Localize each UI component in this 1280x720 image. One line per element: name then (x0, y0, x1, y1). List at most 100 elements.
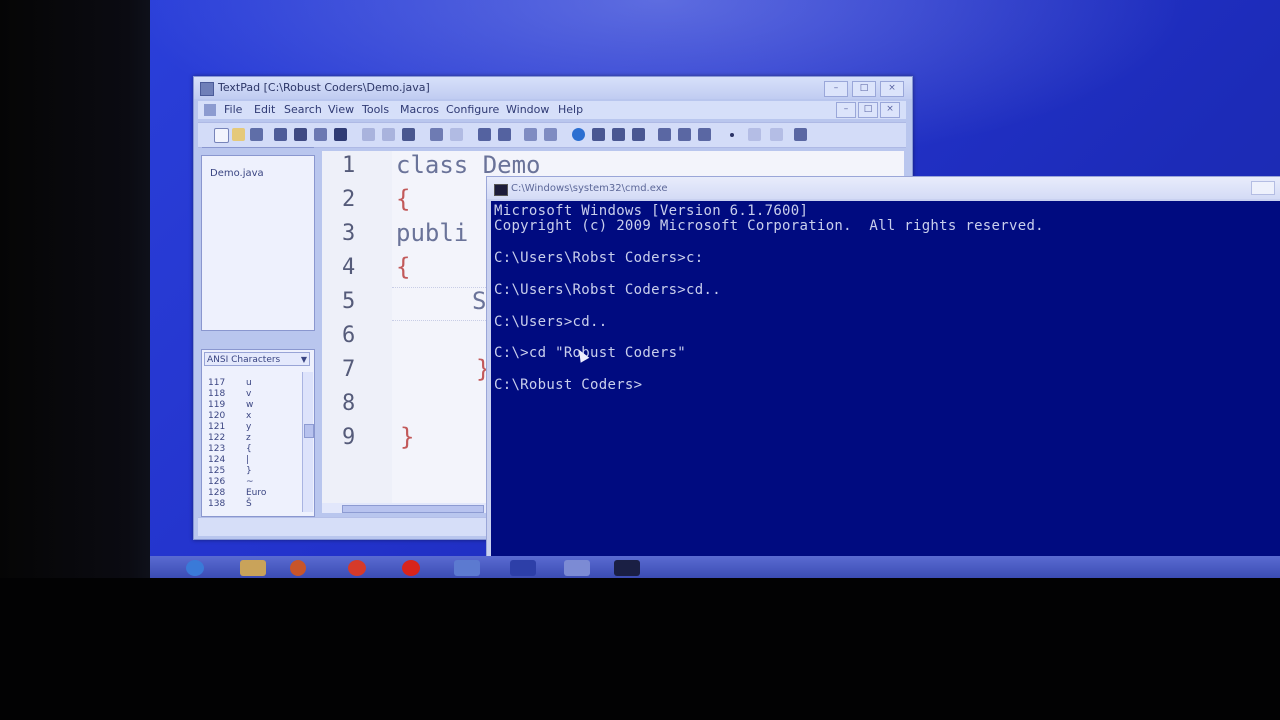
char-row[interactable]: 118 v (208, 389, 251, 400)
char-row[interactable]: 123{ (208, 444, 252, 455)
code-line: } (400, 423, 415, 451)
console-line: C:\Users\Robst Coders>cd.. (494, 282, 721, 298)
cmd-task-icon[interactable] (614, 560, 640, 576)
print-icon[interactable] (294, 128, 307, 141)
line-number: 1 (342, 153, 356, 178)
cmd-titlebar[interactable]: C:\Windows\system32\cmd.exe (487, 177, 1280, 199)
copy-icon[interactable] (382, 128, 395, 141)
bookmark-icon[interactable] (748, 128, 761, 141)
line-number: 8 (342, 391, 356, 416)
cut-icon[interactable] (362, 128, 375, 141)
document-item[interactable]: Demo.java (210, 168, 264, 179)
new-file-icon[interactable] (214, 128, 229, 143)
textpad-app-icon (200, 82, 214, 96)
compare-icon[interactable] (632, 128, 645, 141)
close-icon[interactable]: × (880, 81, 904, 97)
menu-search[interactable]: Search (284, 103, 322, 116)
char-row[interactable]: 122 z (208, 433, 251, 444)
web-icon[interactable] (572, 128, 585, 141)
char-row[interactable]: 125} (208, 466, 252, 477)
task-icon[interactable] (564, 560, 590, 576)
paste-icon[interactable] (402, 128, 415, 141)
doc-restore-icon[interactable]: □ (858, 102, 878, 118)
code-line: { (396, 253, 411, 281)
spell-check-icon[interactable] (334, 128, 347, 141)
check-icon[interactable] (592, 128, 605, 141)
find-icon[interactable] (698, 128, 711, 141)
bullet-icon[interactable] (730, 133, 734, 137)
monitor-bezel-bottom (0, 578, 1280, 720)
indent-icon[interactable] (478, 128, 491, 141)
tool-run-icon[interactable] (658, 128, 671, 141)
menu-configure[interactable]: Configure (446, 103, 499, 116)
macro-icon[interactable] (678, 128, 691, 141)
line-number: 4 (342, 255, 356, 280)
char-row[interactable]: 128 Euro (208, 488, 266, 499)
char-row[interactable]: 117 u (208, 378, 252, 389)
console-line: C:\>cd "Robust Coders" (494, 345, 687, 361)
sort-icon[interactable] (612, 128, 625, 141)
next-icon[interactable] (770, 128, 783, 141)
char-row[interactable]: 119 w (208, 400, 253, 411)
maximize-icon[interactable]: □ (852, 81, 876, 97)
help-pointer-icon[interactable] (794, 128, 807, 141)
word-wrap-icon[interactable] (524, 128, 537, 141)
textpad-menubar: File Edit Search View Tools Macros Confi… (198, 101, 906, 119)
undo-icon[interactable] (430, 128, 443, 141)
explorer-icon[interactable] (240, 560, 266, 576)
photoshop-task-icon[interactable] (510, 560, 536, 576)
console-line: Microsoft Windows [Version 6.1.7600] (494, 203, 809, 219)
line-number: 3 (342, 221, 356, 246)
menu-help[interactable]: Help (558, 103, 583, 116)
console-line: Copyright (c) 2009 Microsoft Corporation… (494, 218, 1044, 234)
console-line: C:\Users>cd.. (494, 314, 608, 330)
clip-library-scrollbar[interactable] (302, 372, 314, 512)
panel-header (202, 147, 314, 155)
line-number: 5 (342, 289, 356, 314)
console-line: C:\Robust Coders> (494, 377, 643, 393)
chrome-icon[interactable] (348, 560, 366, 576)
menu-window[interactable]: Window (506, 103, 549, 116)
char-row[interactable]: 121 y (208, 422, 251, 433)
save-all-icon[interactable] (274, 128, 287, 141)
clip-library-panel: ANSI Characters ▼ 117 u 118 v 119 w 120 x 12… (201, 349, 315, 517)
char-row[interactable]: 124 | (208, 455, 249, 466)
menu-edit[interactable]: Edit (254, 103, 275, 116)
line-number: 6 (342, 323, 356, 348)
doc-close-icon[interactable]: × (880, 102, 900, 118)
clip-library-name: ANSI Characters (207, 355, 281, 365)
scrollbar-thumb[interactable] (304, 424, 314, 438)
char-row[interactable]: 126 ~ (208, 477, 254, 488)
print-preview-icon[interactable] (314, 128, 327, 141)
textpad-task-icon[interactable] (454, 560, 480, 576)
menu-macros[interactable]: Macros (400, 103, 439, 116)
open-folder-icon[interactable] (232, 128, 245, 141)
line-number-gutter (322, 151, 392, 511)
visible-spaces-icon[interactable] (544, 128, 557, 141)
menu-view[interactable]: View (328, 103, 354, 116)
console-output[interactable]: Microsoft Windows [Version 6.1.7600] Cop… (491, 201, 1280, 557)
textpad-titlebar[interactable]: TextPad [C:\Robust Coders\Demo.java] – □… (194, 77, 912, 99)
doc-minimize-icon[interactable]: – (836, 102, 856, 118)
minimize-icon[interactable] (1251, 181, 1275, 195)
line-number: 9 (342, 425, 356, 450)
menu-tools[interactable]: Tools (362, 103, 389, 116)
code-line: publi (396, 219, 469, 247)
media-player-icon[interactable] (290, 560, 306, 576)
save-icon[interactable] (250, 128, 263, 141)
char-row[interactable]: 120 x (208, 411, 251, 422)
outdent-icon[interactable] (498, 128, 511, 141)
code-line: class Demo (396, 151, 541, 179)
code-line: { (396, 185, 411, 213)
chevron-down-icon: ▼ (300, 355, 307, 364)
minimize-icon[interactable]: – (824, 81, 848, 97)
opera-icon[interactable] (402, 560, 420, 576)
console-line: C:\Users\Robst Coders>c: (494, 250, 704, 266)
start-button-icon[interactable] (186, 560, 204, 576)
clip-library-select[interactable]: ANSI Characters ▼ (204, 352, 310, 366)
char-row[interactable]: 138 Š (208, 499, 252, 510)
scrollbar-thumb[interactable] (342, 505, 484, 513)
document-menu-icon[interactable] (204, 104, 216, 116)
menu-file[interactable]: File (224, 103, 242, 116)
redo-icon[interactable] (450, 128, 463, 141)
